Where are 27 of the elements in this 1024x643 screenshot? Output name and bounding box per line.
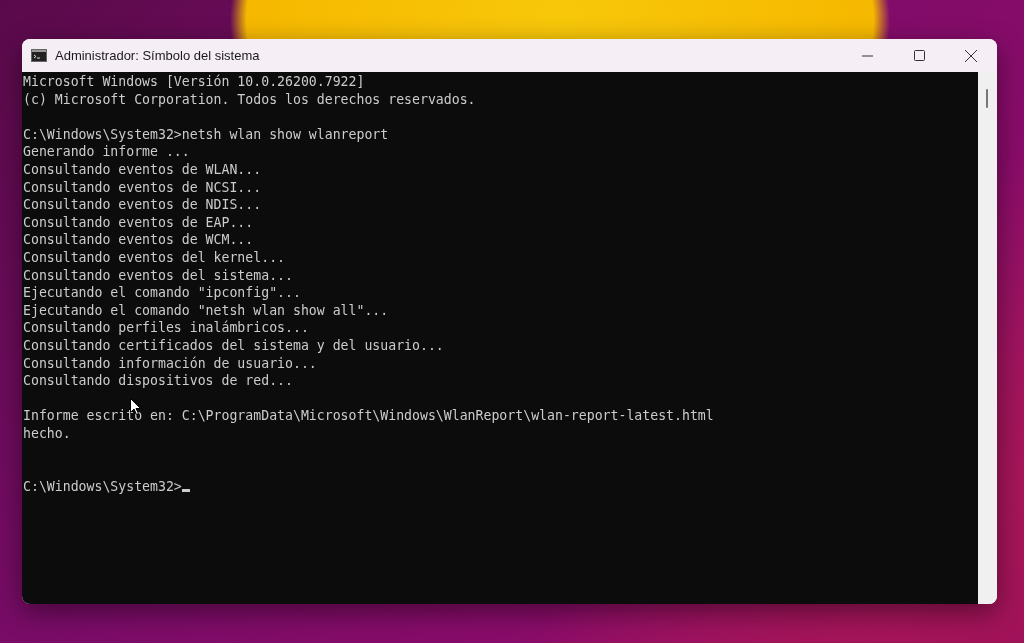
console-line: Microsoft Windows [Versión 10.0.26200.7922] bbox=[23, 73, 366, 91]
console-line: Consultando eventos del sistema... bbox=[23, 266, 294, 285]
scrollbar[interactable] bbox=[978, 72, 997, 604]
console-line: Consultando información de usuario... bbox=[23, 354, 318, 373]
window-title: Administrador: Símbolo del sistema bbox=[55, 48, 261, 63]
console-line: (c) Microsoft Corporation. Todos los derechos reservados. bbox=[23, 90, 477, 109]
console-line: Consultando eventos de WLAN... bbox=[23, 160, 263, 179]
console-line: Generando informe ... bbox=[23, 143, 191, 161]
minimize-icon bbox=[861, 54, 873, 57]
console-line: Consultando eventos de WCM... bbox=[23, 231, 255, 249]
console-line: Consultando eventos del kernel... bbox=[23, 248, 286, 267]
console-line: Informe escrito en: C:\ProgramData\Microsoft\Windows\WlanReport\wlan-report-latest.html bbox=[23, 407, 715, 425]
close-icon bbox=[965, 49, 977, 62]
console-line: Consultando certificados del sistema y del usuario... bbox=[23, 336, 445, 355]
console-line: Consultando eventos de NDIS... bbox=[23, 196, 263, 214]
console-line: Ejecutando el comando "netsh wlan show all"... bbox=[23, 301, 390, 320]
console-line: C:\Windows\System32>netsh wlan show wlanreport bbox=[23, 125, 390, 144]
command-prompt: C:\Windows\System32> bbox=[23, 477, 182, 496]
console-line: Consultando eventos de NCSI... bbox=[23, 178, 263, 197]
console-line: Consultando eventos de EAP... bbox=[23, 213, 255, 232]
console-line: Consultando dispositivos de red... bbox=[23, 372, 294, 390]
terminal-app-icon bbox=[31, 49, 47, 62]
maximize-icon bbox=[913, 50, 925, 61]
console-line: Ejecutando el comando "ipconfig"... bbox=[23, 284, 302, 302]
console-line: hecho. bbox=[23, 424, 72, 443]
scrollbar-thumb[interactable] bbox=[986, 89, 988, 108]
console-line: Consultando perfiles inalámbricos... bbox=[23, 319, 310, 337]
